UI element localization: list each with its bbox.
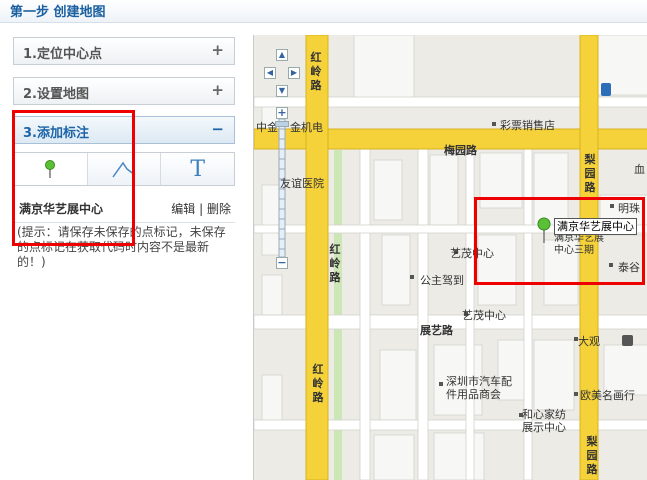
expand-icon[interactable]: +: [211, 81, 224, 99]
polyline-icon: [112, 161, 136, 178]
marker-entry-actions: 编辑 | 删除: [171, 200, 231, 217]
top-bar: 第一步 创建地图: [0, 0, 647, 23]
marker-label[interactable]: 满京华艺展中心: [554, 218, 637, 235]
poi-label: 泰谷: [618, 261, 640, 274]
pin-icon: [45, 160, 56, 178]
poi-label: 金机电: [290, 121, 323, 134]
edit-link[interactable]: 编辑: [171, 202, 195, 216]
road-label: 红岭路: [312, 363, 324, 404]
zoom-in-button[interactable]: +: [276, 107, 288, 119]
hint-text: (提示：请保存未保存的点标记，未保存的点标记在获取代码时内容不是最新的！): [17, 225, 226, 269]
panel-label: 2.设置地图: [23, 87, 89, 102]
text-t-icon: T: [190, 156, 206, 182]
marker-tool-button[interactable]: [14, 153, 88, 185]
text-tool-button[interactable]: T: [161, 153, 235, 185]
road-label: 梨园路: [584, 153, 596, 194]
pan-left-button[interactable]: ◀: [264, 67, 276, 79]
road-label: 红岭路: [329, 243, 341, 284]
pan-down-button[interactable]: ▼: [276, 85, 288, 97]
map-view[interactable]: 梅园路 展艺路 彩票销售店 友谊医院 艺茂中心 公主驾到 艺茂中心 中金 金机电…: [253, 35, 647, 480]
panel-locate-center[interactable]: 1.定位中心点 +: [13, 37, 235, 65]
panel-add-marker[interactable]: 3.添加标注 −: [13, 116, 235, 144]
zoom-slider-handle[interactable]: [275, 121, 289, 127]
marker-toolbar: T: [13, 152, 235, 186]
panel-label: 3.添加标注: [23, 126, 89, 141]
poi-label: 公主驾到: [420, 274, 464, 287]
pan-up-button[interactable]: ▲: [276, 49, 288, 61]
zoom-out-button[interactable]: −: [276, 257, 288, 269]
poi-label: 和心家纺展示中心: [522, 408, 566, 434]
road-label: 展艺路: [420, 324, 453, 337]
poi-label: 血: [634, 163, 645, 176]
page-title: 第一步 创建地图: [10, 5, 106, 20]
marker-entry-name: 满京华艺展中心: [19, 202, 104, 216]
road-label: 梨园路: [586, 435, 598, 476]
poi-label: 深圳市汽车配件用品商会: [446, 375, 512, 401]
road-label: 红岭路: [310, 51, 322, 92]
poi-label: 友谊医院: [280, 177, 324, 190]
poi-label: 大观: [578, 335, 600, 348]
panel-label: 1.定位中心点: [23, 47, 102, 62]
poi-label: 艺茂中心: [462, 309, 506, 322]
poi-label: 明珠: [618, 202, 640, 215]
collapse-icon[interactable]: −: [211, 120, 224, 138]
panel-map-settings[interactable]: 2.设置地图 +: [13, 77, 235, 105]
road-label: 梅园路: [444, 144, 477, 157]
delete-link[interactable]: 删除: [207, 202, 231, 216]
pan-right-button[interactable]: ▶: [288, 67, 300, 79]
poi-label: 欧美名画行: [580, 389, 635, 402]
poi-label: 艺茂中心: [450, 247, 494, 260]
action-separator: |: [199, 202, 204, 216]
poi-label: 彩票销售店: [500, 119, 555, 132]
poi-label: 满京华艺展中心三期: [554, 233, 604, 256]
line-tool-button[interactable]: [87, 153, 162, 185]
marker-entry: 满京华艺展中心 编辑 | 删除: [13, 196, 235, 223]
expand-icon[interactable]: +: [211, 41, 224, 59]
